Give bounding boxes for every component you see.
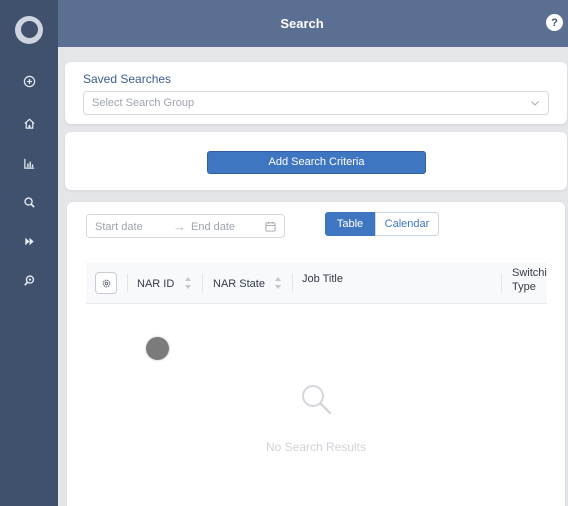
sidebar-item-zoom-search-icon[interactable]: [19, 270, 39, 290]
zoom-search-icon: [23, 274, 34, 286]
arrow-right-icon: →: [173, 219, 186, 234]
home-icon: [23, 118, 35, 129]
sort-icon[interactable]: [184, 276, 192, 290]
calendar-view-toggle[interactable]: Calendar: [375, 212, 439, 236]
column-divider: [202, 274, 203, 292]
column-divider: [501, 274, 502, 292]
gear-icon: [102, 279, 110, 287]
calendar-icon: [265, 221, 276, 232]
plus-circle-icon: [23, 75, 35, 87]
column-divider: [127, 274, 128, 292]
column-header-nar-id[interactable]: NAR ID: [137, 278, 174, 290]
loading-spinner: [146, 337, 169, 360]
sort-icon[interactable]: [274, 276, 282, 290]
fast-forward-icon: [24, 237, 34, 245]
help-icon[interactable]: ?: [546, 14, 563, 31]
sidebar-item-home-icon[interactable]: [19, 113, 39, 133]
search-criteria-card: Add Search Criteria: [65, 132, 567, 190]
add-search-criteria-button[interactable]: Add Search Criteria: [207, 151, 426, 174]
search-group-placeholder: Select Search Group: [92, 97, 195, 109]
column-settings-button[interactable]: [95, 272, 117, 294]
search-icon: [23, 196, 35, 208]
results-table-header: NAR ID NAR State Job Title Switchi Type: [86, 262, 547, 304]
column-header-job-title[interactable]: Job Title: [302, 273, 343, 285]
sidebar-item-forward-icon[interactable]: [19, 231, 39, 251]
start-date-input[interactable]: Start date: [95, 221, 143, 233]
page-title: Search: [280, 16, 324, 31]
column-header-switching-type[interactable]: Switchi Type: [512, 266, 547, 294]
end-date-input[interactable]: End date: [191, 221, 235, 233]
saved-searches-card: Saved Searches Select Search Group: [65, 62, 567, 124]
app-logo[interactable]: [15, 16, 43, 44]
sidebar-item-search-icon[interactable]: [19, 192, 39, 212]
no-results-message: No Search Results: [265, 440, 367, 454]
column-header-nar-state[interactable]: NAR State: [213, 278, 265, 290]
sidebar: [0, 0, 58, 506]
search-group-select[interactable]: Select Search Group: [83, 91, 549, 115]
empty-search-icon: [302, 385, 332, 415]
saved-searches-label: Saved Searches: [83, 72, 172, 86]
sidebar-item-reports-icon[interactable]: [19, 153, 39, 173]
bar-chart-icon: [23, 158, 34, 169]
date-range-picker[interactable]: Start date → End date: [86, 214, 285, 238]
chevron-down-icon: [531, 101, 539, 106]
top-header: Search ?: [58, 0, 568, 47]
sidebar-item-add-icon[interactable]: [19, 71, 39, 91]
results-card: Start date → End date Table Calendar NAR…: [67, 202, 565, 506]
column-divider: [292, 274, 293, 292]
table-view-toggle[interactable]: Table: [325, 212, 375, 236]
